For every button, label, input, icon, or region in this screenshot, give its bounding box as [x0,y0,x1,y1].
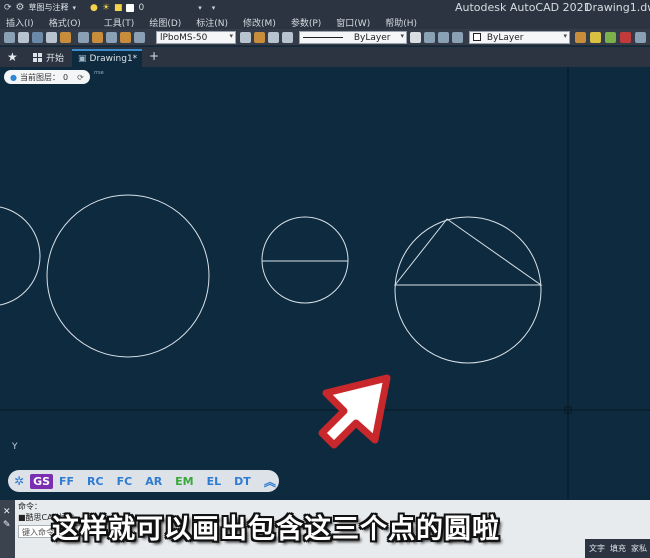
new-tab-plus-icon[interactable]: + [149,49,159,63]
shortcut-dt[interactable]: DT [234,475,251,488]
redo-icon[interactable]: ⟳ [4,3,12,13]
drawing-canvas[interactable] [0,67,650,500]
title-bar: ⟳ ⚙ 草图与注释 ▾ ● ☀ ■ 0 ▾ ▾ Autodesk AutoCAD… [0,0,650,15]
document-title: Drawing1.dwg [584,1,650,14]
color-select[interactable]: ByLayer ▾ [469,31,570,44]
layer-value[interactable]: 0 [138,3,144,13]
drawing-file-icon: ▣ [78,54,87,64]
menu-insert[interactable]: 插入(I) [0,15,43,29]
workspace-dropdown-icon[interactable]: ▾ [73,4,77,12]
video-subtitle: 这样就可以画出包含这三个点的圆啦 [52,514,500,545]
current-layer-label: 当前图层： [19,72,60,82]
toolbar-icon-17[interactable] [605,32,616,43]
properties-toolbar: lPboMS-50 ▾ ByLayer ▾ ByLayer ▾ [0,29,650,46]
layer-color-swatch [126,3,135,12]
current-layer-value: 0 [62,72,69,82]
lock-icon[interactable]: ■ [114,3,123,13]
wrench-icon[interactable]: ✎ [3,520,11,530]
linetype-value: ByLayer [353,33,391,43]
linetype-select[interactable]: ByLayer ▾ [299,31,407,44]
workspace-selector[interactable]: 草图与注释 [29,2,69,13]
quick-access-toolbar: ⟳ ⚙ 草图与注释 ▾ ● ☀ ■ 0 ▾ ▾ [0,2,215,13]
close-icon[interactable]: ✕ [3,507,11,517]
shortcut-command-bar: ✲ GS FF RC FC AR EM EL DT ︽ [8,470,279,492]
toolbar-icon-14[interactable] [282,32,293,43]
toolbar-icon-19[interactable] [635,32,646,43]
menu-tools[interactable]: 工具(T) [90,15,144,29]
menu-window[interactable]: 窗口(W) [330,15,379,29]
toolbar-icon-16[interactable] [590,32,601,43]
tab-start[interactable]: 开始 [27,49,70,66]
command-line-handle[interactable]: ✕ ✎ [0,500,15,558]
zoom-previous-icon[interactable] [452,32,463,43]
chevron-down-icon: ▾ [229,32,233,40]
shortcut-em[interactable]: EM [175,475,193,488]
collapse-up-icon[interactable]: ︽ [264,473,276,490]
toolbar-icon-3[interactable] [32,32,43,43]
status-bar: 文字 填充 家私 [585,539,650,558]
menu-bar: 插入(I) 格式(O) 工具(T) 绘图(D) 标注(N) 修改(M) 参数(P… [0,15,650,29]
dimstyle-select[interactable]: lPboMS-50 ▾ [156,31,236,44]
viewport-label: rrse [94,70,104,76]
windows-icon [33,53,42,62]
refresh-icon[interactable]: ⟳ [77,73,84,82]
dimstyle-value: lPboMS-50 [160,33,208,43]
toolbar-icon-18[interactable] [620,32,631,43]
file-tab-bar: ★ 开始 ▣ Drawing1* + [0,47,650,67]
color-value: ByLayer [486,33,524,43]
layer-dropdown-icon[interactable]: ▾ [198,4,202,12]
tab-start-label: 开始 [46,54,65,64]
tab-drawing1-label: Drawing1* [89,54,138,64]
toolbar-icon-6[interactable] [78,32,89,43]
current-layer-indicator[interactable]: ● 当前图层： 0 ⟳ [4,70,90,84]
toolbar-icon-15[interactable] [575,32,586,43]
toolbar-icon-4[interactable] [46,32,57,43]
status-item-hatch[interactable]: 填充 [610,543,626,554]
zoom-window-icon[interactable] [438,32,449,43]
ucs-y-axis-label: Y [12,442,18,452]
linetype-swatch [303,37,343,38]
toolbar-icon-10[interactable] [134,32,145,43]
toolbar-icon-2[interactable] [18,32,29,43]
toolbar-icon-9[interactable] [120,32,131,43]
lightbulb-icon[interactable]: ● [90,3,98,13]
shortcut-el[interactable]: EL [207,475,222,488]
workspace-gear-icon[interactable]: ⚙ [16,2,25,13]
location-pin-icon: ● [10,72,17,82]
gear-icon[interactable]: ✲ [14,474,24,488]
status-item-text[interactable]: 文字 [589,543,605,554]
more-icon[interactable]: ▾ [212,4,216,12]
shortcut-gs[interactable]: GS [30,473,54,489]
star-icon[interactable]: ★ [7,50,18,64]
toolbar-icon-7[interactable] [92,32,103,43]
chevron-down-icon: ▾ [563,32,567,40]
status-item-furniture[interactable]: 家私 [631,543,647,554]
menu-modify[interactable]: 修改(M) [237,15,285,29]
chevron-down-icon: ▾ [400,32,404,40]
command-history-line-1: 命令： [18,502,42,511]
tab-drawing1[interactable]: ▣ Drawing1* [72,49,142,67]
color-swatch [473,33,481,41]
toolbar-icon-5[interactable] [60,32,71,43]
toolbar-icon-8[interactable] [106,32,117,43]
pan-hand-icon[interactable] [410,32,421,43]
zoom-icon[interactable] [424,32,435,43]
toolbar-icon-12[interactable] [254,32,265,43]
shortcut-ar[interactable]: AR [145,475,162,488]
sun-icon[interactable]: ☀ [102,3,110,13]
menu-dimension[interactable]: 标注(N) [190,15,237,29]
toolbar-icon-1[interactable] [4,32,15,43]
toolbar-icon-11[interactable] [240,32,251,43]
shortcut-rc[interactable]: RC [87,475,104,488]
menu-draw[interactable]: 绘图(D) [143,15,190,29]
menu-help[interactable]: 帮助(H) [379,15,426,29]
menu-parametric[interactable]: 参数(P) [285,15,330,29]
shortcut-fc[interactable]: FC [117,475,133,488]
app-title: Autodesk AutoCAD 2021 [455,1,591,14]
toolbar-icon-13[interactable] [268,32,279,43]
menu-format[interactable]: 格式(O) [43,15,90,29]
shortcut-ff[interactable]: FF [59,475,74,488]
